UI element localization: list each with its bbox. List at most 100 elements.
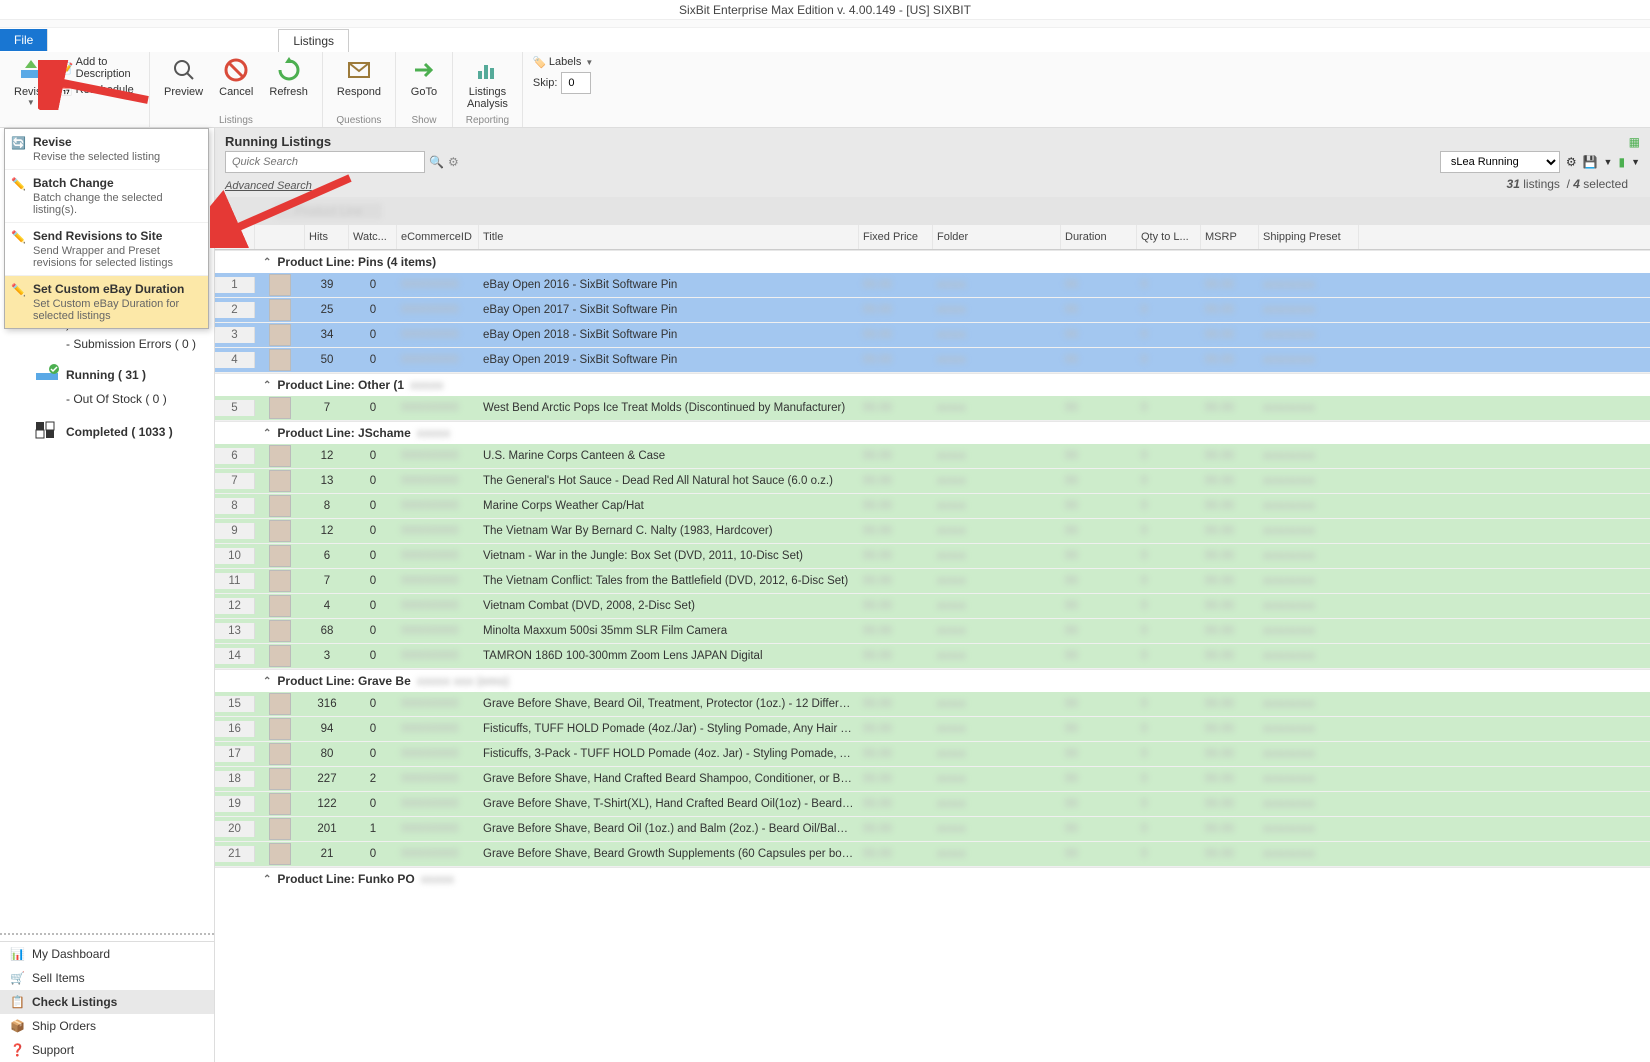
preview-button[interactable]: Preview [156,54,211,100]
gear-icon[interactable]: ⚙ [1566,155,1577,169]
group-by-chip[interactable]: Product Line [275,203,382,219]
thumbnail-cell [255,347,305,373]
group-header[interactable]: ⌃Product Line: Pins (4 items) [215,250,1650,273]
column-header[interactable]: Folder [933,225,1061,249]
collapse-icon[interactable]: ⌃ [263,380,271,391]
group-header[interactable]: ⌃Product Line: Grave Bexxxxx xxx (ems) [215,669,1650,692]
revise-menu-send-revisions[interactable]: ✏️ Send Revisions to Site Send Wrapper a… [5,223,208,276]
cancel-button[interactable]: Cancel [211,54,261,100]
listing-row[interactable]: 1390000000000eBay Open 2016 - SixBit Sof… [215,273,1650,298]
collapse-icon[interactable]: ⌃ [263,257,271,268]
grid-options-icon[interactable]: ▦ [1629,135,1640,149]
listing-row[interactable]: 17800000000000Fisticuffs, 3-Pack - TUFF … [215,742,1650,767]
view-dropdown[interactable]: sLea Running [1440,151,1560,173]
title-cell: Grave Before Shave, T-Shirt(XL), Hand Cr… [479,796,859,812]
listing-row[interactable]: 880000000000Marine Corps Weather Cap/Hat… [215,494,1650,519]
listing-row[interactable]: 570000000000West Bend Arctic Pops Ice Tr… [215,396,1650,421]
chevron-down-icon[interactable]: ▼ [1631,157,1640,167]
listing-row[interactable]: 1430000000000TAMRON 186D 100-300mm Zoom … [215,644,1650,669]
listings-grid[interactable]: HitsWatc...eCommerceIDTitleFixed PriceFo… [215,225,1650,1062]
listing-row[interactable]: 1170000000000The Vietnam Conflict: Tales… [215,569,1650,594]
respond-button[interactable]: Respond [329,54,389,100]
column-header[interactable]: Title [479,225,859,249]
row-number: 19 [215,796,255,812]
column-header[interactable]: MSRP [1201,225,1259,249]
listings-tab[interactable]: Listings [278,29,349,52]
listing-row[interactable]: 9120000000000The Vietnam War By Bernard … [215,519,1650,544]
column-header[interactable]: Hits [305,225,349,249]
thumbnail [269,299,291,321]
column-header[interactable]: Qty to L... [1137,225,1201,249]
listing-row[interactable]: 191220000000000Grave Before Shave, T-Shi… [215,792,1650,817]
collapse-icon[interactable]: ⌃ [263,874,271,885]
listings-analysis-button[interactable]: Listings Analysis [459,54,516,112]
file-tab[interactable]: File [0,29,48,51]
listing-row[interactable]: 202011000000000Grave Before Shave, Beard… [215,817,1650,842]
reschedule-button[interactable]: 📅 Reschedule [56,82,143,98]
excel-icon[interactable]: ▮ [1618,155,1625,169]
thumbnail [269,570,291,592]
listing-row[interactable]: 1240000000000Vietnam Combat (DVD, 2008, … [215,594,1650,619]
listing-row[interactable]: 3340000000000eBay Open 2018 - SixBit Sof… [215,323,1650,348]
tree-completed[interactable]: Completed ( 1033 ) [4,417,210,446]
group-by-bar[interactable]: Product Line [215,197,1650,225]
listing-row[interactable]: 182272000000000Grave Before Shave, Hand … [215,767,1650,792]
listing-row[interactable]: 2250000000000eBay Open 2017 - SixBit Sof… [215,298,1650,323]
group-header[interactable]: ⌃Product Line: JSchamexxxxx [215,421,1650,444]
watchers-cell: 0 [349,498,397,514]
search-icon[interactable]: 🔍 [429,155,444,169]
qty-cell: 0 [1137,846,1201,862]
nav-support[interactable]: ❓Support [0,1038,214,1062]
listing-row[interactable]: 21210000000000Grave Before Shave, Beard … [215,842,1650,867]
goto-button[interactable]: GoTo [402,54,446,100]
duration-cell: 00 [1061,648,1137,664]
listing-row[interactable]: 1060000000000Vietnam - War in the Jungle… [215,544,1650,569]
add-to-description-button[interactable]: 📝 Add to Description [56,54,143,82]
column-header[interactable]: eCommerceID [397,225,479,249]
save-icon[interactable]: 💾 [1583,155,1598,169]
skip-input[interactable] [561,72,591,94]
ecommerce-id-cell: 000000000 [397,302,479,318]
revise-menu-revise[interactable]: 🔄 Revise Revise the selected listing [5,129,208,170]
column-header[interactable]: Watc... [349,225,397,249]
nav-ship-orders[interactable]: 📦Ship Orders [0,1014,214,1038]
collapse-icon[interactable]: ⌃ [263,428,271,439]
listing-row[interactable]: 153160000000000Grave Before Shave, Beard… [215,692,1650,717]
group-header[interactable]: ⌃Product Line: Funko POxxxxx [215,867,1650,890]
title-cell: Grave Before Shave, Beard Oil, Treatment… [479,696,859,712]
listing-row[interactable]: 6120000000000U.S. Marine Corps Canteen &… [215,444,1650,469]
column-header[interactable] [215,225,255,249]
fixed-price-cell: 00.00 [859,771,933,787]
revise-menu-batch-change[interactable]: ✏️ Batch Change Batch change the selecte… [5,170,208,223]
settings-icon[interactable]: ⚙ [448,155,459,169]
labels-button[interactable]: 🏷️ Labels ▼ [529,54,597,70]
listing-row[interactable]: 7130000000000The General's Hot Sauce - D… [215,469,1650,494]
listing-row[interactable]: 16940000000000Fisticuffs, TUFF HOLD Poma… [215,717,1650,742]
quick-search-input[interactable] [225,151,425,173]
chevron-down-icon[interactable]: ▼ [1604,157,1613,167]
shipping-preset-cell: xxxxxxxxx [1259,598,1359,614]
tree-running[interactable]: Running ( 31 ) [4,360,210,389]
column-header[interactable]: Duration [1061,225,1137,249]
tree-out-of-stock[interactable]: - Out Of Stock ( 0 ) [4,389,210,409]
title-cell: Grave Before Shave, Hand Crafted Beard S… [479,771,859,787]
revise-button[interactable]: Revise ▼ [6,54,56,109]
nav-check-listings[interactable]: 📋Check Listings [0,990,214,1014]
column-header[interactable] [255,225,305,249]
listing-row[interactable]: 13680000000000Minolta Maxxum 500si 35mm … [215,619,1650,644]
msrp-cell: 00.00 [1201,648,1259,664]
group-header[interactable]: ⌃Product Line: Other (1xxxxx [215,373,1650,396]
column-header[interactable]: Fixed Price [859,225,933,249]
tree-submission-errors[interactable]: - Submission Errors ( 0 ) [4,334,210,354]
nav-sell-items[interactable]: 🛒Sell Items [0,966,214,990]
column-header[interactable]: Shipping Preset [1259,225,1359,249]
cancel-icon [222,56,250,84]
nav-dashboard[interactable]: 📊My Dashboard [0,942,214,966]
collapse-icon[interactable]: ⌃ [263,676,271,687]
advanced-search-link[interactable]: Advanced Search [225,180,312,192]
revise-menu-set-custom-duration[interactable]: ✏️ Set Custom eBay Duration Set Custom e… [5,276,208,328]
fixed-price-cell: 00.00 [859,277,933,293]
listing-row[interactable]: 4500000000000eBay Open 2019 - SixBit Sof… [215,348,1650,373]
refresh-button[interactable]: Refresh [261,54,316,100]
thumbnail-cell [255,766,305,792]
